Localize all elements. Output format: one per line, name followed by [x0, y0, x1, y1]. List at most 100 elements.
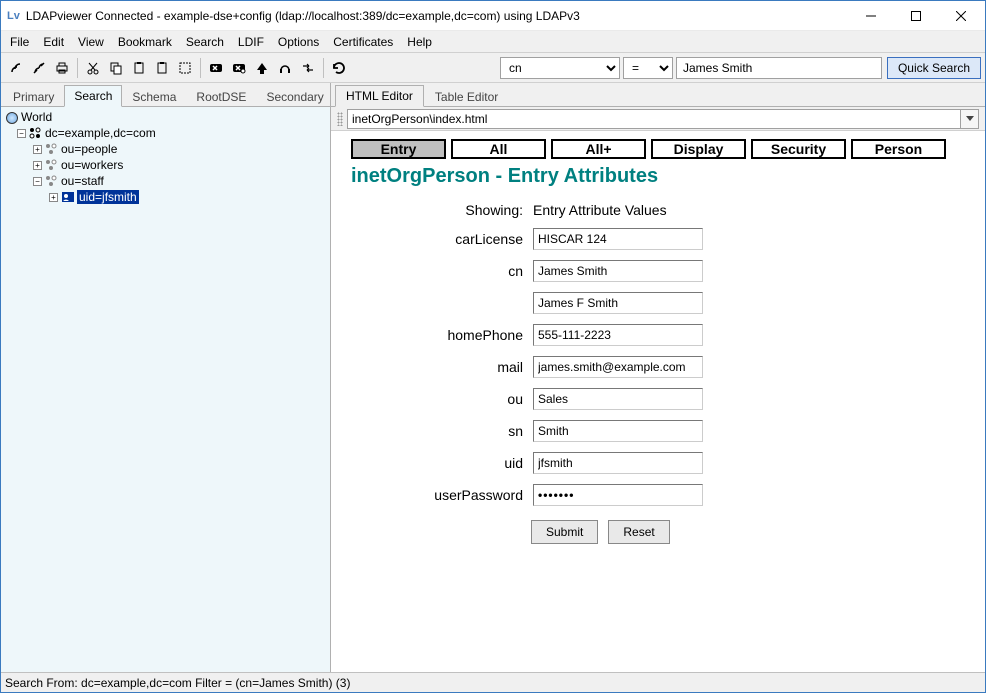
entry-content: Entry All All+ Display Security Person i…: [331, 131, 985, 672]
search-value-input[interactable]: [676, 57, 882, 79]
template-path-dropdown[interactable]: [961, 109, 979, 129]
attr-label-sn: sn: [343, 423, 523, 439]
up-icon[interactable]: [251, 57, 273, 79]
tree-node-ou-people[interactable]: + ou=people: [5, 141, 326, 157]
tree-label-selected: uid=jfsmith: [77, 190, 139, 204]
tree-label: World: [21, 110, 52, 124]
delete-icon[interactable]: [205, 57, 227, 79]
select-icon[interactable]: [174, 57, 196, 79]
titlebar: Lv LDAPviewer Connected - example-dse+co…: [1, 1, 985, 31]
entry-tab-buttons: Entry All All+ Display Security Person: [351, 139, 973, 159]
tree-label: ou=workers: [61, 158, 123, 172]
attr-label-carlicense: carLicense: [343, 231, 523, 247]
swap-icon[interactable]: [297, 57, 319, 79]
entry-tab-person[interactable]: Person: [851, 139, 946, 159]
close-button[interactable]: [938, 2, 983, 30]
menu-edit[interactable]: Edit: [36, 33, 71, 51]
attr-input-userpassword[interactable]: [533, 484, 703, 506]
paste-icon[interactable]: [128, 57, 150, 79]
attr-input-cn[interactable]: [533, 260, 703, 282]
headphones-icon[interactable]: [274, 57, 296, 79]
template-path-input[interactable]: [347, 109, 961, 129]
menu-certificates[interactable]: Certificates: [326, 33, 400, 51]
menu-file[interactable]: File: [3, 33, 36, 51]
cut-icon[interactable]: [82, 57, 104, 79]
tree-node-world[interactable]: World: [5, 109, 326, 125]
entry-tab-entry[interactable]: Entry: [351, 139, 446, 159]
tree-label: ou=people: [61, 142, 117, 156]
toolbar: cn = Quick Search: [1, 53, 985, 83]
attr-input-ou[interactable]: [533, 388, 703, 410]
showing-value: Entry Attribute Values: [533, 202, 713, 218]
search-attr-select[interactable]: cn: [500, 57, 620, 79]
entry-tab-allplus[interactable]: All+: [551, 139, 646, 159]
connect-icon[interactable]: [5, 57, 27, 79]
print-icon[interactable]: [51, 57, 73, 79]
menubar: File Edit View Bookmark Search LDIF Opti…: [1, 31, 985, 53]
attr-input-cn2[interactable]: [533, 292, 703, 314]
ou-icon: [45, 175, 59, 187]
attr-label-cn: cn: [343, 263, 523, 279]
reset-button[interactable]: Reset: [608, 520, 669, 544]
entry-tab-security[interactable]: Security: [751, 139, 846, 159]
grip-icon: [337, 112, 343, 126]
directory-tree[interactable]: World − dc=example,dc=com + ou=people + …: [1, 107, 330, 672]
paste-alt-icon[interactable]: [151, 57, 173, 79]
tab-rootdse[interactable]: RootDSE: [186, 86, 256, 107]
attr-input-mail[interactable]: [533, 356, 703, 378]
attributes-form: Showing: Entry Attribute Values carLicen…: [343, 202, 973, 506]
expand-icon[interactable]: +: [33, 161, 42, 170]
search-op-select[interactable]: =: [623, 57, 673, 79]
showing-label: Showing:: [343, 202, 523, 218]
menu-search[interactable]: Search: [179, 33, 231, 51]
left-tabs: Primary Search Schema RootDSE Secondary: [1, 83, 330, 107]
expand-icon[interactable]: +: [33, 145, 42, 154]
menu-help[interactable]: Help: [400, 33, 439, 51]
tab-schema[interactable]: Schema: [122, 86, 186, 107]
minimize-button[interactable]: [848, 2, 893, 30]
tree-node-ou-workers[interactable]: + ou=workers: [5, 157, 326, 173]
tab-search[interactable]: Search: [64, 85, 122, 107]
attr-input-homephone[interactable]: [533, 324, 703, 346]
attr-input-sn[interactable]: [533, 420, 703, 442]
tab-table-editor[interactable]: Table Editor: [424, 86, 509, 107]
minimize-icon: [866, 11, 876, 21]
attr-label-homephone: homePhone: [343, 327, 523, 343]
ou-icon: [45, 159, 59, 171]
tree-node-ou-staff[interactable]: − ou=staff: [5, 173, 326, 189]
attr-input-uid[interactable]: [533, 452, 703, 474]
expand-icon[interactable]: +: [49, 193, 58, 202]
collapse-icon[interactable]: −: [17, 129, 26, 138]
chevron-down-icon: [966, 116, 974, 122]
delete2-icon[interactable]: [228, 57, 250, 79]
submit-button[interactable]: Submit: [531, 520, 598, 544]
menu-ldif[interactable]: LDIF: [231, 33, 271, 51]
tab-html-editor[interactable]: HTML Editor: [335, 85, 424, 107]
entry-tab-all[interactable]: All: [451, 139, 546, 159]
attr-label-userpassword: userPassword: [343, 487, 523, 503]
menu-view[interactable]: View: [71, 33, 111, 51]
refresh-icon[interactable]: [328, 57, 350, 79]
attr-input-carlicense[interactable]: [533, 228, 703, 250]
entry-tab-display[interactable]: Display: [651, 139, 746, 159]
tree-label: ou=staff: [61, 174, 104, 188]
menu-options[interactable]: Options: [271, 33, 326, 51]
form-buttons: Submit Reset: [531, 520, 973, 544]
collapse-icon[interactable]: −: [33, 177, 42, 186]
attr-label-mail: mail: [343, 359, 523, 375]
tree-node-base[interactable]: − dc=example,dc=com: [5, 125, 326, 141]
tree-label: dc=example,dc=com: [45, 126, 156, 140]
tree-node-uid-jfsmith[interactable]: + uid=jfsmith: [5, 189, 326, 205]
maximize-button[interactable]: [893, 2, 938, 30]
menu-bookmark[interactable]: Bookmark: [111, 33, 179, 51]
right-tabs: HTML Editor Table Editor: [331, 83, 985, 107]
tab-primary[interactable]: Primary: [3, 86, 64, 107]
status-text: Search From: dc=example,dc=com Filter = …: [5, 676, 350, 690]
main-split: Primary Search Schema RootDSE Secondary …: [1, 83, 985, 672]
toolbar-separator: [77, 58, 78, 78]
copy-icon[interactable]: [105, 57, 127, 79]
tab-secondary[interactable]: Secondary: [256, 86, 333, 107]
quick-search-button[interactable]: Quick Search: [887, 57, 981, 79]
disconnect-icon[interactable]: [28, 57, 50, 79]
person-icon: [61, 191, 75, 203]
